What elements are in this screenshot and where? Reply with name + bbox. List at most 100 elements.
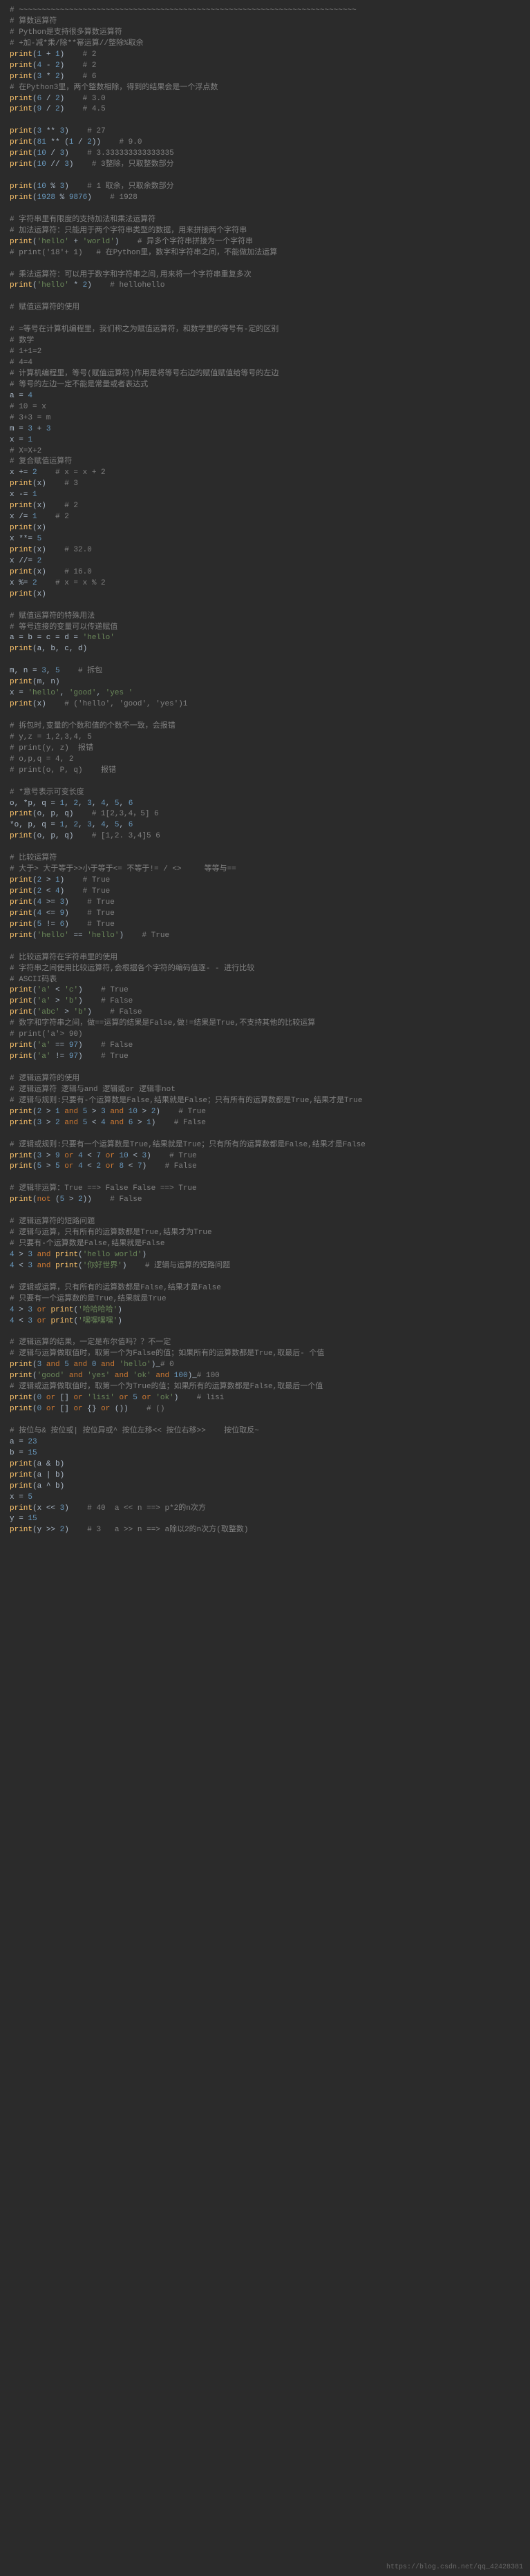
code-line: 4 > 3 and print('hello world'): [10, 1250, 520, 1261]
code-line: a = 4: [10, 391, 520, 402]
code-line: # y,z = 1,2,3,4, 5: [10, 732, 520, 744]
code-line: print(o, p, q) # 1[2,3,4，5] 6: [10, 809, 520, 820]
code-line: # 等号的左边一定不能是常量或者表达式: [10, 380, 520, 391]
code-line: print(x) # 2: [10, 501, 520, 512]
code-line: # 数字和字符串之间，做==运算的结果是False,做!=结果是True,不支持…: [10, 1019, 520, 1030]
code-line: # o,p,q = 4, 2: [10, 755, 520, 766]
code-line: # *意号表示可变长度: [10, 788, 520, 799]
code-line: [10, 292, 520, 303]
code-line: # Python是支持很多算数运算符: [10, 28, 520, 39]
code-line: # 逻辑运算符的短路问题: [10, 1217, 520, 1228]
code-line: [10, 655, 520, 666]
code-line: x = 5: [10, 1493, 520, 1504]
code-line: 4 < 3 and print('你好世界') # 逻辑与运算的短路问题: [10, 1261, 520, 1272]
code-line: # 赋值运算符的使用: [10, 303, 520, 314]
code-line: x = 1: [10, 435, 520, 446]
code-line: print('a' == 97) # False: [10, 1041, 520, 1052]
code-line: print(4 <= 9) # True: [10, 909, 520, 920]
code-line: 4 < 3 or print('嘿嘿嘿嘿'): [10, 1316, 520, 1327]
code-line: x %= 2 # x = x % 2: [10, 578, 520, 589]
code-line: print(3 > 9 or 4 < 7 or 10 < 3) # True: [10, 1151, 520, 1162]
code-line: # 乘法运算符：可以用于数字和字符串之间,用来将一个字符串重复多次: [10, 270, 520, 281]
code-line: o, *p, q = 1, 2, 3, 4, 5, 6: [10, 799, 520, 810]
code-line: # 赋值运算符的特殊用法: [10, 612, 520, 623]
code-line: print(a | b): [10, 1470, 520, 1481]
code-line: # 逻辑或运算做取值时，取第一个为True的值；如果所有的运算数都是False,…: [10, 1382, 520, 1393]
code-line: print(a ^ b): [10, 1481, 520, 1493]
code-line: print(9 / 2) # 4.5: [10, 104, 520, 115]
code-line: [10, 1327, 520, 1338]
code-line: # 逻辑运算符 逻辑与and 逻辑或or 逻辑非not: [10, 1085, 520, 1096]
code-line: # 比较运算符在字符串里的使用: [10, 953, 520, 964]
code-line: print(2 < 4) # True: [10, 887, 520, 898]
code-line: [10, 600, 520, 612]
code-line: # print(o, P, q) 报错: [10, 766, 520, 777]
code-line: # 逻辑运算符的使用: [10, 1074, 520, 1085]
code-line: print(3 > 2 and 5 < 4 and 6 > 1) # False: [10, 1118, 520, 1129]
code-line: print(3 ** 3) # 27: [10, 126, 520, 138]
code-line: # 字符串里有限度的支持加法和乘法运算符: [10, 215, 520, 226]
code-line: [10, 171, 520, 182]
code-line: print(a, b, c, d): [10, 644, 520, 655]
code-line: b = 15: [10, 1448, 520, 1459]
code-line: print(a & b): [10, 1459, 520, 1470]
code-line: x **= 5: [10, 534, 520, 545]
code-line: # X=X+2: [10, 446, 520, 457]
code-line: # print(y, z) 报错: [10, 744, 520, 755]
code-line: print(x) # 3: [10, 479, 520, 490]
code-line: # 4=4: [10, 358, 520, 369]
code-line: print(3 * 2) # 6: [10, 72, 520, 83]
code-line: # 大于> 大于等于>>小于等于<= 不等于!= / <> 等等与==: [10, 864, 520, 875]
code-line: print(5 != 6) # True: [10, 920, 520, 931]
code-line: print(x) # 16.0: [10, 567, 520, 578]
code-line: print(0 or [] or {} or ()) # (): [10, 1404, 520, 1415]
code-line: print('abc' > 'b') # False: [10, 1007, 520, 1019]
code-line: # 逻辑非运算：True ==> False False ==> True: [10, 1184, 520, 1195]
code-line: print(x): [10, 523, 520, 534]
code-line: x += 2 # x = x + 2: [10, 468, 520, 479]
code-line: print(5 > 5 or 4 < 2 or 8 < 7) # False: [10, 1162, 520, 1173]
code-line: # 逻辑与运算做取值时，取第一个为False的值；如果所有的运算数都是True,…: [10, 1349, 520, 1360]
code-line: x //= 2: [10, 556, 520, 567]
code-line: print(81 ** (1 / 2)) # 9.0: [10, 138, 520, 149]
code-line: # 只要有-个运算数是False,结果就是False: [10, 1239, 520, 1250]
code-line: # 拆包时,变量的个数和值的个数不一致，会报错: [10, 721, 520, 732]
code-line: a = b = c = d = 'hello': [10, 633, 520, 644]
code-line: *o, p, q = 1, 2, 3, 4, 5, 6: [10, 820, 520, 831]
code-line: print(x << 3) # 40 a << n ==> p*2的n次方: [10, 1504, 520, 1515]
code-line: # =等号在计算机编程里，我们称之为赋值运算符，和数学里的等号有-定的区别: [10, 325, 520, 336]
code-line: # ~~~~~~~~~~~~~~~~~~~~~~~~~~~~~~~~~~~~~~…: [10, 6, 520, 17]
code-line: a = 23: [10, 1437, 520, 1448]
code-line: print('good' and 'yes' and 'ok' and 100)…: [10, 1371, 520, 1382]
code-line: print(10 / 3) # 3.333333333333335: [10, 149, 520, 160]
code-line: [10, 942, 520, 953]
code-line: print(not (5 > 2)) # False: [10, 1195, 520, 1206]
code-line: [10, 710, 520, 721]
code-line: [10, 1173, 520, 1184]
code-line: # 等号连接的变量可以传递赋值: [10, 623, 520, 634]
code-line: x -= 1: [10, 490, 520, 501]
code-line: # 字符串之间使用比较运算符,会根据各个字符的编码值逐- - 进行比较: [10, 964, 520, 975]
code-line: print(1928 % 9876) # 1928: [10, 193, 520, 204]
code-line: # print('18'+ 1) # 在Python里，数字和字符串之间，不能做…: [10, 248, 520, 259]
code-line: print(x) # ('hello', 'good', 'yes')1: [10, 699, 520, 710]
code-line: # 逻辑运算的结果，一定是布尔值吗？？不一定: [10, 1338, 520, 1349]
code-line: # 逻辑与运算，只有所有的运算数都是True,结果才为True: [10, 1228, 520, 1239]
code-line: [10, 259, 520, 270]
code-line: # 3+3 = m: [10, 413, 520, 424]
code-line: [10, 842, 520, 853]
code-line: [10, 1063, 520, 1074]
code-line: # 逻辑或规则:只要有一个运算数是True,结果就是True；只有所有的运算数都…: [10, 1140, 520, 1151]
code-line: # 10 = x: [10, 402, 520, 413]
code-line: m = 3 + 3: [10, 424, 520, 435]
code-line: [10, 115, 520, 126]
code-line: print('hello' == 'hello') # True: [10, 931, 520, 942]
code-line: # print('a'> 90): [10, 1030, 520, 1041]
code-line: x /= 1 # 2: [10, 512, 520, 523]
code-line: print(4 >= 3) # True: [10, 898, 520, 909]
code-line: y = 15: [10, 1514, 520, 1525]
code-line: print(0 or [] or 'lisi' or 5 or 'ok') # …: [10, 1393, 520, 1404]
code-line: m, n = 3, 5 # 拆包: [10, 666, 520, 677]
code-line: 4 > 3 or print('哈哈哈哈'): [10, 1305, 520, 1316]
code-line: [10, 1129, 520, 1140]
